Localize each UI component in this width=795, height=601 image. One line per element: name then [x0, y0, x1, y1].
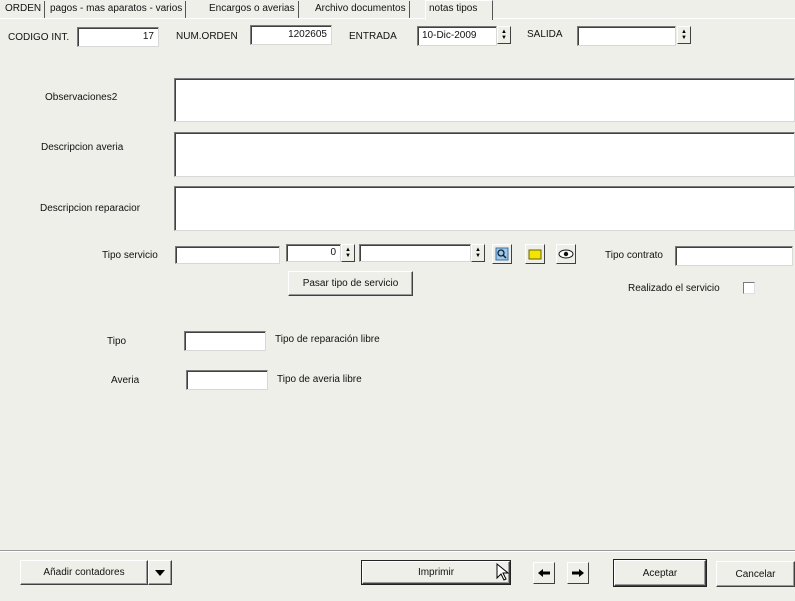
chevron-down-icon	[155, 569, 165, 576]
cancelar-button[interactable]: Cancelar	[716, 561, 795, 587]
numorden-field[interactable]: 1202605	[250, 25, 332, 45]
servicio-spinner[interactable]: ▲ ▼	[471, 244, 485, 262]
cantidad-field[interactable]: 0	[286, 244, 341, 262]
averia-label: Averia	[111, 375, 140, 386]
descripcion-reparacion-textarea[interactable]	[174, 186, 795, 231]
tipo-field[interactable]	[184, 331, 266, 351]
spin-down-icon: ▼	[501, 35, 507, 41]
search-button[interactable]	[492, 244, 512, 264]
entrada-spinner[interactable]: ▲ ▼	[497, 26, 511, 44]
eye-icon	[558, 249, 574, 259]
folder-button[interactable]	[525, 244, 545, 264]
tab-encargos[interactable]: Encargos o averias	[206, 1, 299, 18]
next-button[interactable]	[567, 562, 589, 584]
spin-down-icon: ▼	[345, 253, 351, 259]
averia-libre-label: Tipo de averia libre	[277, 374, 362, 385]
tipo-contrato-label: Tipo contrato	[605, 250, 663, 261]
aceptar-button[interactable]: Aceptar	[613, 559, 707, 587]
imprimir-button[interactable]: Imprimir	[361, 560, 511, 585]
tipo-contrato-field[interactable]	[675, 246, 793, 266]
realizado-label: Realizado el servicio	[628, 283, 720, 294]
folder-icon	[528, 249, 542, 260]
anadir-dropdown-button[interactable]	[148, 560, 172, 585]
descripcion-averia-textarea[interactable]	[174, 132, 795, 177]
tab-archivo[interactable]: Archivo documentos	[312, 1, 410, 18]
descripcion-averia-label: Descripcion averia	[41, 142, 124, 153]
search-icon	[495, 247, 509, 261]
servicio-select[interactable]	[359, 244, 471, 262]
numorden-label: NUM.ORDEN	[176, 31, 238, 42]
view-button[interactable]	[556, 244, 576, 264]
codigo-label: CODIGO INT.	[8, 32, 70, 43]
descripcion-reparacion-label: Descripcion reparacior	[40, 203, 141, 214]
pasar-tipo-servicio-button[interactable]: Pasar tipo de servicio	[288, 271, 413, 296]
averia-field[interactable]	[186, 370, 268, 390]
tipo-servicio-field[interactable]	[175, 246, 280, 264]
previous-button[interactable]	[533, 562, 555, 584]
realizado-checkbox[interactable]	[743, 282, 755, 294]
salida-field[interactable]	[577, 26, 676, 46]
cursor-icon	[496, 563, 510, 581]
tab-orden[interactable]: ORDEN	[2, 1, 46, 18]
observaciones-textarea[interactable]	[174, 78, 795, 122]
observaciones-label: Observaciones2	[45, 92, 118, 103]
spin-down-icon: ▼	[681, 35, 687, 41]
arrow-left-icon	[538, 569, 550, 577]
entrada-label: ENTRADA	[349, 31, 397, 42]
tab-bar: ORDEN pagos - mas aparatos - varios Enca…	[0, 0, 795, 20]
tipo-label: Tipo	[107, 336, 127, 347]
entrada-field[interactable]: 10-Dic-2009	[417, 26, 497, 46]
salida-spinner[interactable]: ▲ ▼	[677, 26, 691, 44]
salida-label: SALIDA	[527, 29, 563, 40]
codigo-field[interactable]: 17	[77, 27, 159, 47]
tab-notas-tipos[interactable]: notas tipos	[425, 0, 493, 20]
tab-pagos[interactable]: pagos - mas aparatos - varios	[47, 1, 187, 18]
cantidad-spinner[interactable]: ▲ ▼	[341, 244, 355, 262]
spin-down-icon: ▼	[475, 253, 481, 259]
arrow-right-icon	[572, 569, 584, 577]
anadir-contadores-button[interactable]: Añadir contadores	[20, 560, 148, 585]
tipo-reparacion-libre-label: Tipo de reparación libre	[275, 334, 380, 345]
tipo-servicio-label: Tipo servicio	[102, 250, 158, 261]
